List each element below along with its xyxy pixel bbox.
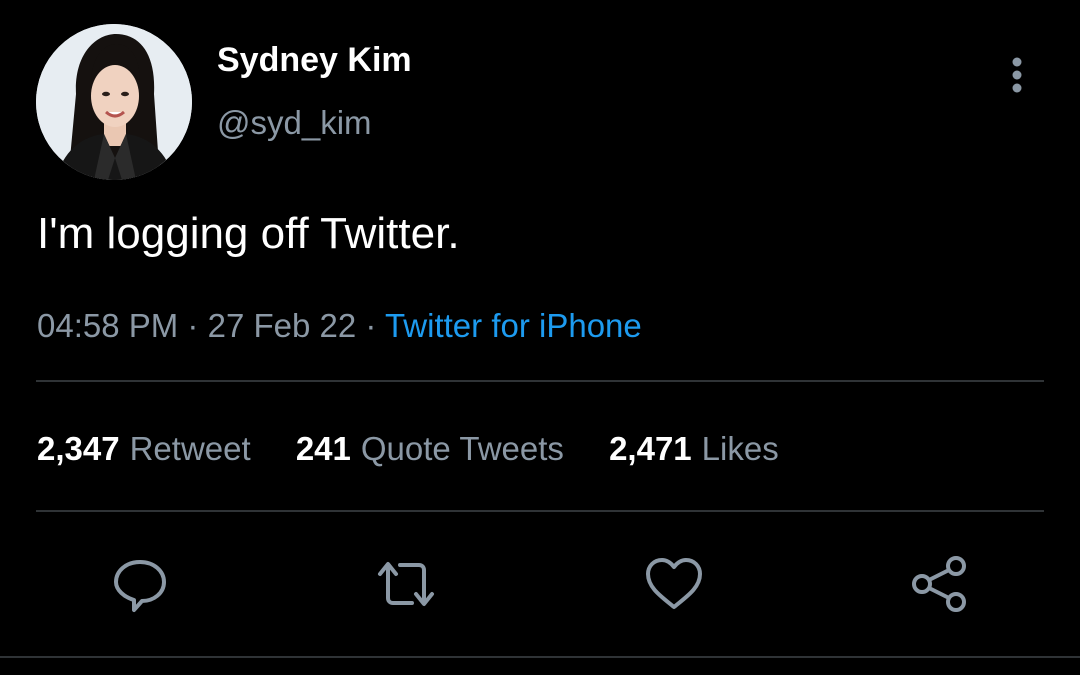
likes-count[interactable]: 2,471 Likes (609, 428, 779, 470)
like-button[interactable] (642, 552, 706, 616)
share-button[interactable] (908, 552, 972, 616)
stat-label: Quote Tweets (360, 430, 564, 467)
tweet-meta: 04:58 PM · 27 Feb 22 · Twitter for iPhon… (37, 305, 642, 347)
stat-count: 2,347 (37, 430, 120, 467)
quote-tweets-count[interactable]: 241 Quote Tweets (296, 428, 564, 470)
engagement-stats: 2,347 Retweet 241 Quote Tweets 2,471 Likes (37, 428, 815, 470)
divider (36, 380, 1044, 382)
meta-separator: · (187, 307, 199, 344)
stat-label: Retweet (129, 430, 251, 467)
more-options-button[interactable] (996, 54, 1040, 98)
speech-bubble-icon (114, 560, 166, 612)
stat-count: 241 (295, 430, 351, 467)
reply-button[interactable] (108, 552, 172, 616)
retweet-arrows-icon (378, 562, 434, 606)
retweet-count[interactable]: 2,347 Retweet (37, 428, 251, 470)
stat-count: 2,471 (609, 430, 692, 467)
tweet-text: I'm logging off Twitter. (37, 209, 460, 258)
tweet-time[interactable]: 04:58 PM (37, 307, 178, 344)
retweet-button[interactable] (374, 552, 438, 616)
heart-icon (646, 558, 702, 609)
divider (36, 510, 1044, 512)
vertical-ellipsis-icon (1012, 57, 1022, 93)
profile-photo (36, 24, 192, 180)
tweet-source-link[interactable]: Twitter for iPhone (385, 307, 642, 344)
user-handle[interactable]: @syd_kim (217, 103, 372, 143)
share-nodes-icon (912, 556, 966, 612)
display-name[interactable]: Sydney Kim (217, 40, 412, 80)
meta-separator: · (365, 307, 377, 344)
tweet-detail: Sydney Kim @syd_kim I'm logging off Twit… (0, 0, 1080, 675)
tweet-date[interactable]: 27 Feb 22 (208, 307, 357, 344)
divider (0, 656, 1080, 658)
stat-label: Likes (701, 430, 779, 467)
avatar[interactable] (36, 24, 192, 180)
